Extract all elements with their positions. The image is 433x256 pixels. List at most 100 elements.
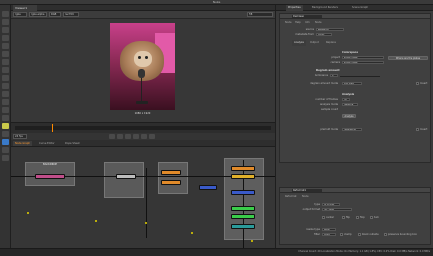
tab-scene-graph[interactable]: Scene Graph: [350, 5, 370, 11]
read-node[interactable]: [35, 174, 65, 179]
grade-node[interactable]: [161, 170, 181, 175]
toolbar-time-icon[interactable]: [2, 27, 9, 33]
toolbar-gizmo-icon[interactable]: [2, 155, 9, 161]
alpha-select[interactable]: rgba.alpha: [29, 12, 47, 17]
timeline-track[interactable]: [15, 126, 271, 130]
toolbar-3d-icon[interactable]: [2, 83, 9, 89]
playhead[interactable]: [52, 124, 53, 132]
tab-replace[interactable]: Replace: [324, 40, 338, 46]
toolbar-keyer-icon[interactable]: [2, 59, 9, 65]
toolbar-filter-icon[interactable]: [2, 51, 9, 57]
turn-checkbox[interactable]: [370, 216, 373, 219]
viewer-canvas[interactable]: 1080 x 1920: [11, 19, 275, 122]
toolbar-transform-icon[interactable]: [2, 75, 9, 81]
filter-label: filter: [314, 233, 320, 236]
toolbar-nodes-icon[interactable]: [2, 147, 9, 153]
play-button[interactable]: [133, 134, 139, 139]
toolbar-metadata-icon[interactable]: [2, 99, 9, 105]
toolbar-toolsets-icon[interactable]: [2, 107, 9, 113]
analysis-mode-select[interactable]: distance: [342, 103, 358, 106]
toolbar-plugin-icon[interactable]: [2, 123, 9, 129]
first-frame-button[interactable]: [109, 134, 115, 139]
center-checkbox[interactable]: [322, 216, 325, 219]
backdrop-node[interactable]: [158, 162, 188, 194]
clamp-checkbox[interactable]: [340, 233, 343, 236]
source-select[interactable]: sequence: [316, 28, 344, 31]
crop-node[interactable]: [231, 214, 255, 219]
center-label: center: [326, 216, 335, 219]
filter-select[interactable]: Cubic: [322, 233, 336, 236]
transform-node[interactable]: [116, 174, 136, 179]
subtab-reformat[interactable]: Reformat: [283, 194, 299, 200]
subtab-node[interactable]: Node: [300, 194, 311, 200]
subtab-help[interactable]: Help: [293, 20, 303, 26]
tab-curve-editor[interactable]: Curve Editor: [37, 141, 57, 146]
backdrop-node[interactable]: [104, 162, 144, 198]
dot-node[interactable]: [95, 220, 97, 222]
microphone: [138, 69, 145, 78]
toolbar-draw-icon[interactable]: [2, 19, 9, 25]
metadata-select[interactable]: COMP: [316, 33, 332, 36]
zoom-select[interactable]: f/8: [247, 12, 273, 17]
prev-frame-button[interactable]: [117, 134, 123, 139]
toolbar-furnace-icon[interactable]: [2, 131, 9, 137]
premult-select[interactable]: rgba.alpha: [342, 128, 362, 131]
frames-field[interactable]: 50: [342, 98, 350, 101]
tab-analyze[interactable]: Analyze: [292, 40, 306, 46]
subtab-node-2[interactable]: Node: [313, 20, 324, 26]
degrain-node[interactable]: [231, 166, 255, 171]
display-select[interactable]: RGB: [49, 12, 61, 17]
channel-select[interactable]: rgba: [13, 12, 27, 17]
subtab-node[interactable]: Node: [283, 20, 294, 26]
tab-background-renders[interactable]: Background Renders: [310, 5, 340, 11]
toolbar-color-icon[interactable]: [2, 43, 9, 49]
toolbar-other-icon[interactable]: [2, 115, 9, 121]
black-outside-checkbox[interactable]: [358, 233, 361, 236]
flip-checkbox[interactable]: [342, 216, 345, 219]
where-plates-button[interactable]: Where are the plates: [388, 56, 428, 60]
preserve-bbox-checkbox[interactable]: [384, 233, 387, 236]
shuffle-node[interactable]: [231, 190, 255, 195]
resize-select[interactable]: width: [322, 228, 336, 231]
node-graph[interactable]: Node Graph Curve Editor Dope Sheet BACKD…: [11, 140, 275, 250]
node-wire: [146, 168, 147, 238]
luminance-slider[interactable]: [340, 76, 380, 77]
write-node[interactable]: [231, 224, 255, 229]
output-format-select[interactable]: HD_1080: [322, 208, 352, 211]
luminance-field[interactable]: 0: [330, 74, 338, 77]
viewer-image: [110, 23, 175, 110]
dot-node[interactable]: [27, 212, 29, 214]
node-name-field[interactable]: Reformat1: [292, 189, 322, 192]
dot-node[interactable]: [145, 222, 147, 224]
reformat-node[interactable]: [231, 206, 255, 211]
dot-node[interactable]: [191, 232, 193, 234]
lut-select[interactable]: rec709: [63, 12, 79, 17]
toolbar-channel-icon[interactable]: [2, 35, 9, 41]
tab-output[interactable]: Output: [308, 40, 321, 46]
last-frame-button[interactable]: [149, 134, 155, 139]
tab-properties[interactable]: Properties: [286, 5, 303, 11]
subtab-info[interactable]: Info: [303, 20, 312, 26]
tab-dope-sheet[interactable]: Dope Sheet: [63, 141, 82, 146]
toolbar-cara-icon[interactable]: [2, 139, 9, 145]
fps-field[interactable]: 24 fps: [13, 134, 27, 139]
camera-colorspace[interactable]: scene_linear: [342, 61, 384, 64]
toolbar-views-icon[interactable]: [2, 91, 9, 97]
clean-node[interactable]: [231, 174, 255, 179]
next-frame-button[interactable]: [141, 134, 147, 139]
degrain-mode-select[interactable]: Ego data: [342, 82, 362, 85]
colorcorrect-node[interactable]: [161, 180, 181, 185]
merge-node[interactable]: [199, 185, 217, 190]
invert-checkbox[interactable]: [416, 82, 419, 85]
node-name-field[interactable]: DeiClean: [292, 15, 322, 18]
analyze-button[interactable]: Analyze: [342, 114, 356, 118]
type-select[interactable]: to format: [322, 203, 340, 206]
project-colorspace[interactable]: scene_linear: [342, 56, 384, 59]
play-back-button[interactable]: [125, 134, 131, 139]
tab-node-graph[interactable]: Node Graph: [13, 141, 32, 146]
dot-node[interactable]: [251, 240, 253, 242]
toolbar-merge-icon[interactable]: [2, 67, 9, 73]
invert-checkbox-2[interactable]: [416, 128, 419, 131]
toolbar-image-icon[interactable]: [2, 11, 9, 17]
flop-checkbox[interactable]: [356, 216, 359, 219]
